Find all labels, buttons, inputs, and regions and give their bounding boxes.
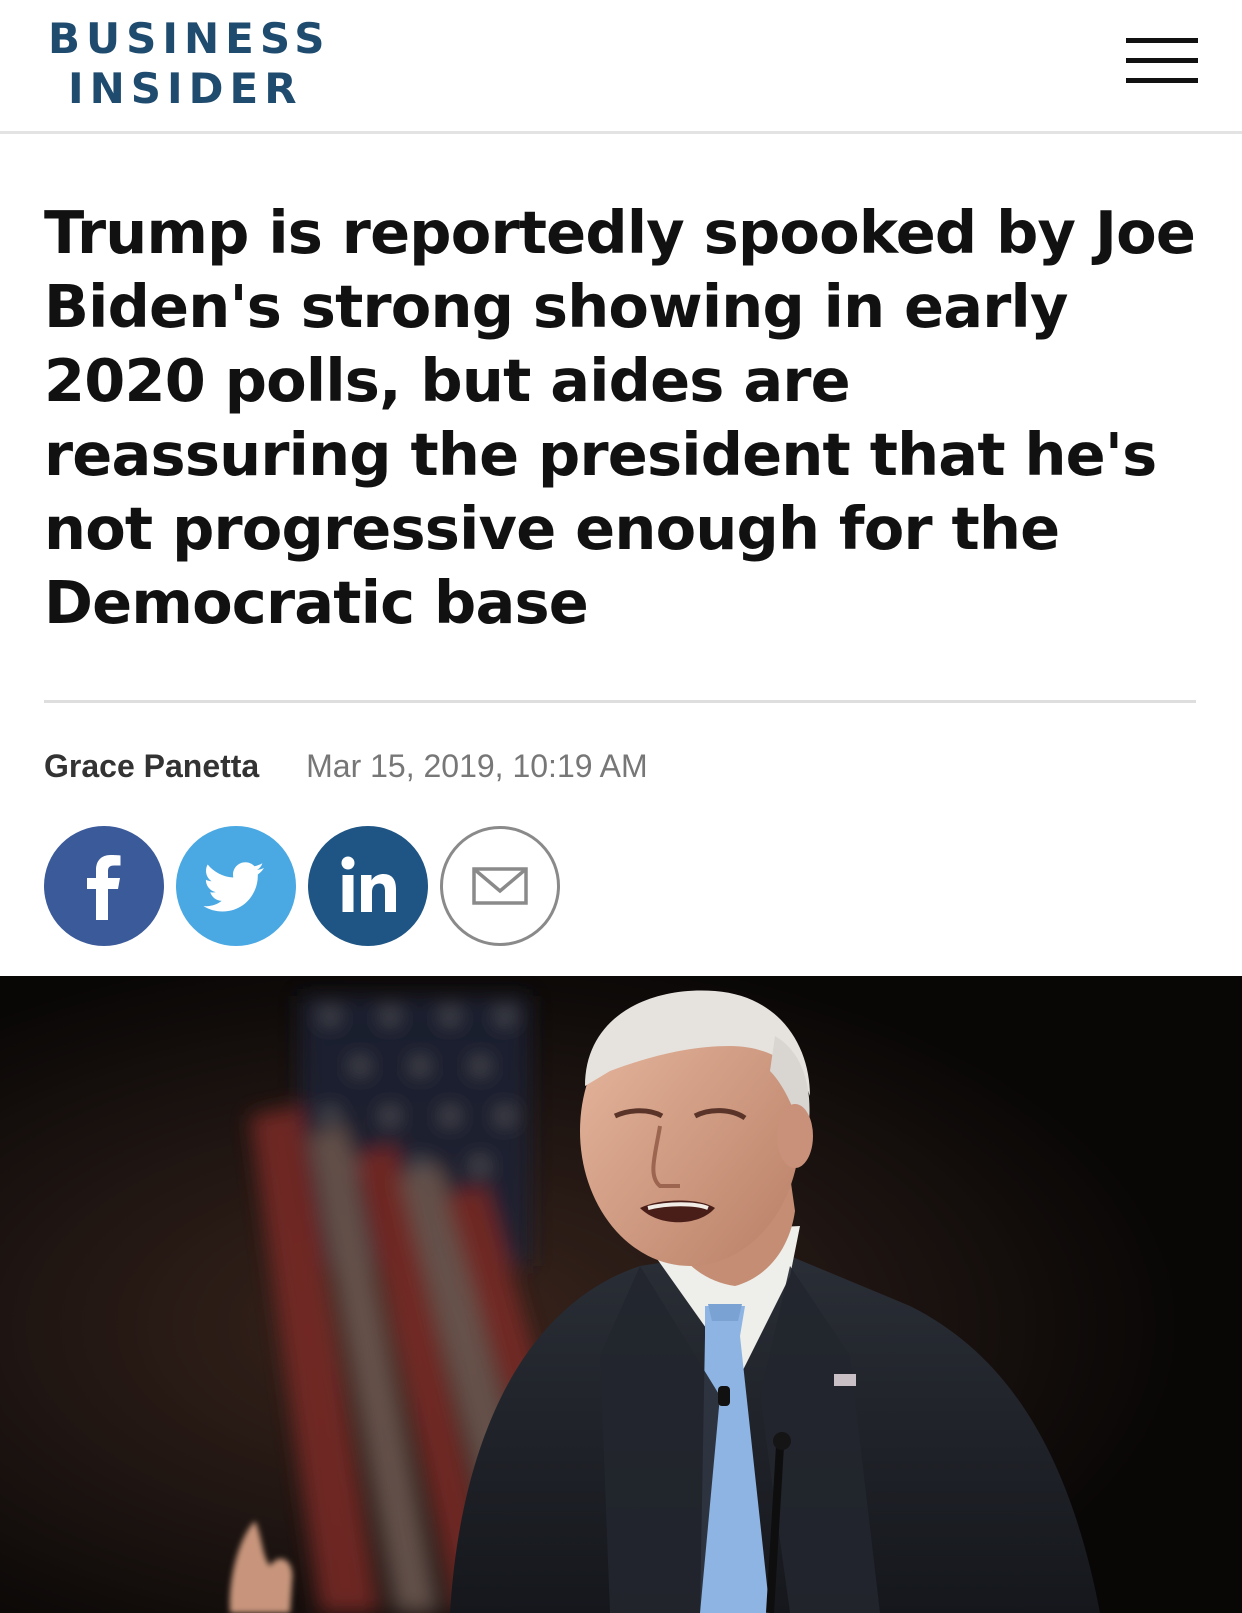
headline-divider <box>44 700 1196 703</box>
menu-bar <box>1126 38 1198 43</box>
site-header: BUSINESS INSIDER <box>0 0 1242 134</box>
author-name[interactable]: Grace Panetta <box>44 748 259 784</box>
hamburger-menu-icon[interactable] <box>1126 34 1198 88</box>
twitter-share-button[interactable] <box>176 826 296 946</box>
menu-bar <box>1126 58 1198 63</box>
speaker-at-podium-photo <box>0 976 1242 1613</box>
logo-line-2: INSIDER <box>68 64 303 113</box>
article-headline: Trump is reportedly spooked by Joe Biden… <box>44 198 1196 637</box>
linkedin-share-button[interactable] <box>308 826 428 946</box>
email-icon <box>472 867 528 905</box>
article-hero-image <box>0 976 1242 1613</box>
email-share-button[interactable] <box>440 826 560 946</box>
publish-date: Mar 15, 2019, 10:19 AM <box>306 748 648 784</box>
facebook-share-button[interactable] <box>44 826 164 946</box>
linkedin-icon <box>341 856 396 912</box>
menu-bar <box>1126 78 1198 83</box>
twitter-icon <box>203 862 264 912</box>
logo-line-1: BUSINESS <box>48 14 331 63</box>
byline: Grace Panetta Mar 15, 2019, 10:19 AM <box>44 746 648 786</box>
business-insider-logo[interactable]: BUSINESS INSIDER <box>48 14 330 114</box>
facebook-icon <box>87 855 121 920</box>
